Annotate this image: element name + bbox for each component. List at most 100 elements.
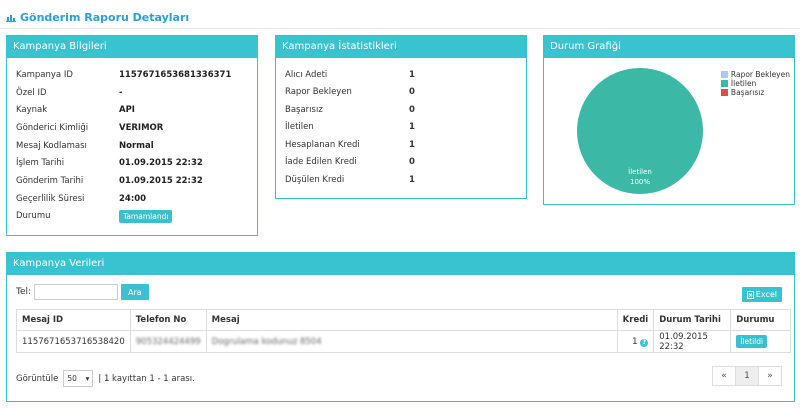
legend-swatch <box>720 71 728 78</box>
stat-value: 1 <box>409 139 415 150</box>
stat-value: 0 <box>409 157 415 168</box>
cell-phone: 905324424499 <box>129 330 207 353</box>
stat-key: Rapor Bekleyen <box>285 87 352 98</box>
excel-export-button[interactable]: Excel <box>741 287 782 302</box>
page-size-select[interactable]: 50 ▾ <box>63 370 94 387</box>
header-divider <box>0 28 800 29</box>
page-size-value: 50 <box>67 374 77 383</box>
info-row: İşlem Tarihi 01.09.2015 22:32 <box>16 154 231 172</box>
stat-row: Düşülen Kredi 1 <box>285 171 415 189</box>
info-value: 24:00 <box>119 193 147 204</box>
info-key: Gönderici Kimliği <box>16 122 89 133</box>
stat-row: Hesaplanan Kredi 1 <box>285 136 415 154</box>
tel-search-input[interactable] <box>34 284 119 300</box>
column-message[interactable]: Mesaj <box>205 309 618 331</box>
table-row: 1157671653716538420 905324424499 Dogrula… <box>16 330 791 353</box>
excel-file-icon <box>746 290 754 299</box>
campaign-info-panel: Kampanya Bilgileri Kampanya ID 1157671653… <box>6 35 258 236</box>
legend-item[interactable]: Rapor Bekleyen <box>720 70 790 79</box>
stat-row: İletilen 1 <box>285 119 415 137</box>
cell-message: Dogrulama kodunuz 8504 <box>205 330 618 353</box>
column-status[interactable]: Durumu <box>730 309 791 331</box>
stat-key: Hesaplanan Kredi <box>285 139 360 150</box>
credit-value: 1 <box>632 336 638 347</box>
column-phone[interactable]: Telefon No <box>129 309 207 331</box>
tel-label: Tel: <box>16 287 32 297</box>
search-toolbar: Tel: Ara <box>16 284 149 300</box>
table-header-row: Mesaj ID Telefon No Mesaj Kredi Durum Ta… <box>16 309 791 331</box>
stat-key: İletilen <box>285 122 314 133</box>
column-message-id[interactable]: Mesaj ID <box>16 309 131 331</box>
column-credit[interactable]: Kredi <box>616 309 655 331</box>
pager-prev-button[interactable]: « <box>712 366 736 386</box>
legend-label: Rapor Bekleyen <box>730 70 790 79</box>
stat-value: 1 <box>409 69 415 80</box>
bar-chart-icon <box>6 14 16 22</box>
help-question-icon[interactable]: ? <box>640 338 649 347</box>
info-row: Gönderici Kimliği VERIMOR <box>16 119 231 137</box>
legend-label: İletilen <box>730 79 757 88</box>
stat-value: 0 <box>409 87 415 98</box>
stat-value: 1 <box>409 174 415 185</box>
info-value: Normal <box>119 140 154 151</box>
info-value: 1157671653681336371 <box>119 69 232 80</box>
column-status-date[interactable]: Durum Tarihi <box>653 309 732 331</box>
cell-status: İletildi <box>730 330 791 353</box>
info-key: Özel ID <box>16 87 47 98</box>
legend-item[interactable]: İletilen <box>720 79 790 88</box>
info-key: Kampanya ID <box>16 69 73 80</box>
stat-row: İade Edilen Kredi 0 <box>285 154 415 172</box>
info-value: 01.09.2015 22:32 <box>119 158 203 169</box>
pie-slice-percent: 100% <box>630 178 650 186</box>
campaign-info-title: Kampanya Bilgileri <box>7 36 257 58</box>
info-key: Durumu <box>16 211 51 222</box>
campaign-data-table: Mesaj ID Telefon No Mesaj Kredi Durum Ta… <box>16 309 791 353</box>
campaign-info-list: Kampanya ID 1157671653681336371 Özel ID - Ka… <box>16 66 231 225</box>
info-row: Özel ID - <box>16 84 231 102</box>
info-value: VERIMOR <box>119 122 164 133</box>
info-value: API <box>119 105 135 116</box>
legend-swatch <box>720 80 728 87</box>
stat-key: Düşülen Kredi <box>285 174 345 185</box>
status-badge: İletildi <box>736 334 768 348</box>
page-header: Gönderim Raporu Detayları <box>6 8 189 26</box>
pager-page-1[interactable]: 1 <box>735 366 759 386</box>
records-info: | 1 kayıttan 1 - 1 arası. <box>98 373 195 384</box>
stat-key: Alıcı Adeti <box>285 69 328 80</box>
status-chart-title: Durum Grafiği <box>544 36 794 58</box>
table-footer: Görüntüle 50 ▾ | 1 kayıttan 1 - 1 arası. <box>16 370 195 387</box>
info-key: İşlem Tarihi <box>16 158 65 169</box>
page-size-label: Görüntüle <box>16 373 59 384</box>
info-row: Kaynak API <box>16 101 231 119</box>
chart-legend: Rapor Bekleyen İletilen Başarısız <box>720 70 790 97</box>
campaign-stats-list: Alıcı Adeti 1 Rapor Bekleyen 0 Başarısız 0 İle… <box>285 66 415 189</box>
stat-value: 1 <box>409 122 415 133</box>
dropdown-arrow-icon: ▾ <box>85 374 90 383</box>
info-value: - <box>119 87 123 98</box>
info-value: 01.09.2015 22:32 <box>119 175 203 186</box>
stat-row: Başarısız 0 <box>285 101 415 119</box>
campaign-data-panel: Kampanya Verileri Tel: Ara Excel Mesaj I… <box>6 252 795 402</box>
legend-label: Başarısız <box>730 88 765 97</box>
info-row: Kampanya ID 1157671653681336371 <box>16 66 231 84</box>
legend-swatch <box>720 89 728 96</box>
info-key: Kaynak <box>16 105 48 116</box>
page-title: Gönderim Raporu Detayları <box>20 10 190 24</box>
pagination: « 1 » <box>712 366 782 386</box>
stat-key: İade Edilen Kredi <box>285 157 357 168</box>
info-key: Geçerlilik Süresi <box>16 193 85 204</box>
info-key: Mesaj Kodlaması <box>16 140 87 151</box>
stat-row: Alıcı Adeti 1 <box>285 66 415 84</box>
search-button[interactable]: Ara <box>121 284 149 300</box>
info-row: Geçerlilik Süresi 24:00 <box>16 190 231 208</box>
stat-row: Rapor Bekleyen 0 <box>285 84 415 102</box>
excel-button-label: Excel <box>755 290 777 299</box>
cell-status-date: 01.09.2015 22:32 <box>653 330 732 353</box>
cell-credit: 1 ? <box>616 330 655 353</box>
pager-next-button[interactable]: » <box>758 366 782 386</box>
legend-item[interactable]: Başarısız <box>720 88 790 97</box>
campaign-status-badge: Tamamlandı <box>119 209 173 223</box>
info-row: Mesaj Kodlaması Normal <box>16 137 231 155</box>
status-chart-panel: Durum Grafiği İletilen 100% Rapor Bekley… <box>543 35 795 205</box>
campaign-data-title: Kampanya Verileri <box>7 253 794 275</box>
